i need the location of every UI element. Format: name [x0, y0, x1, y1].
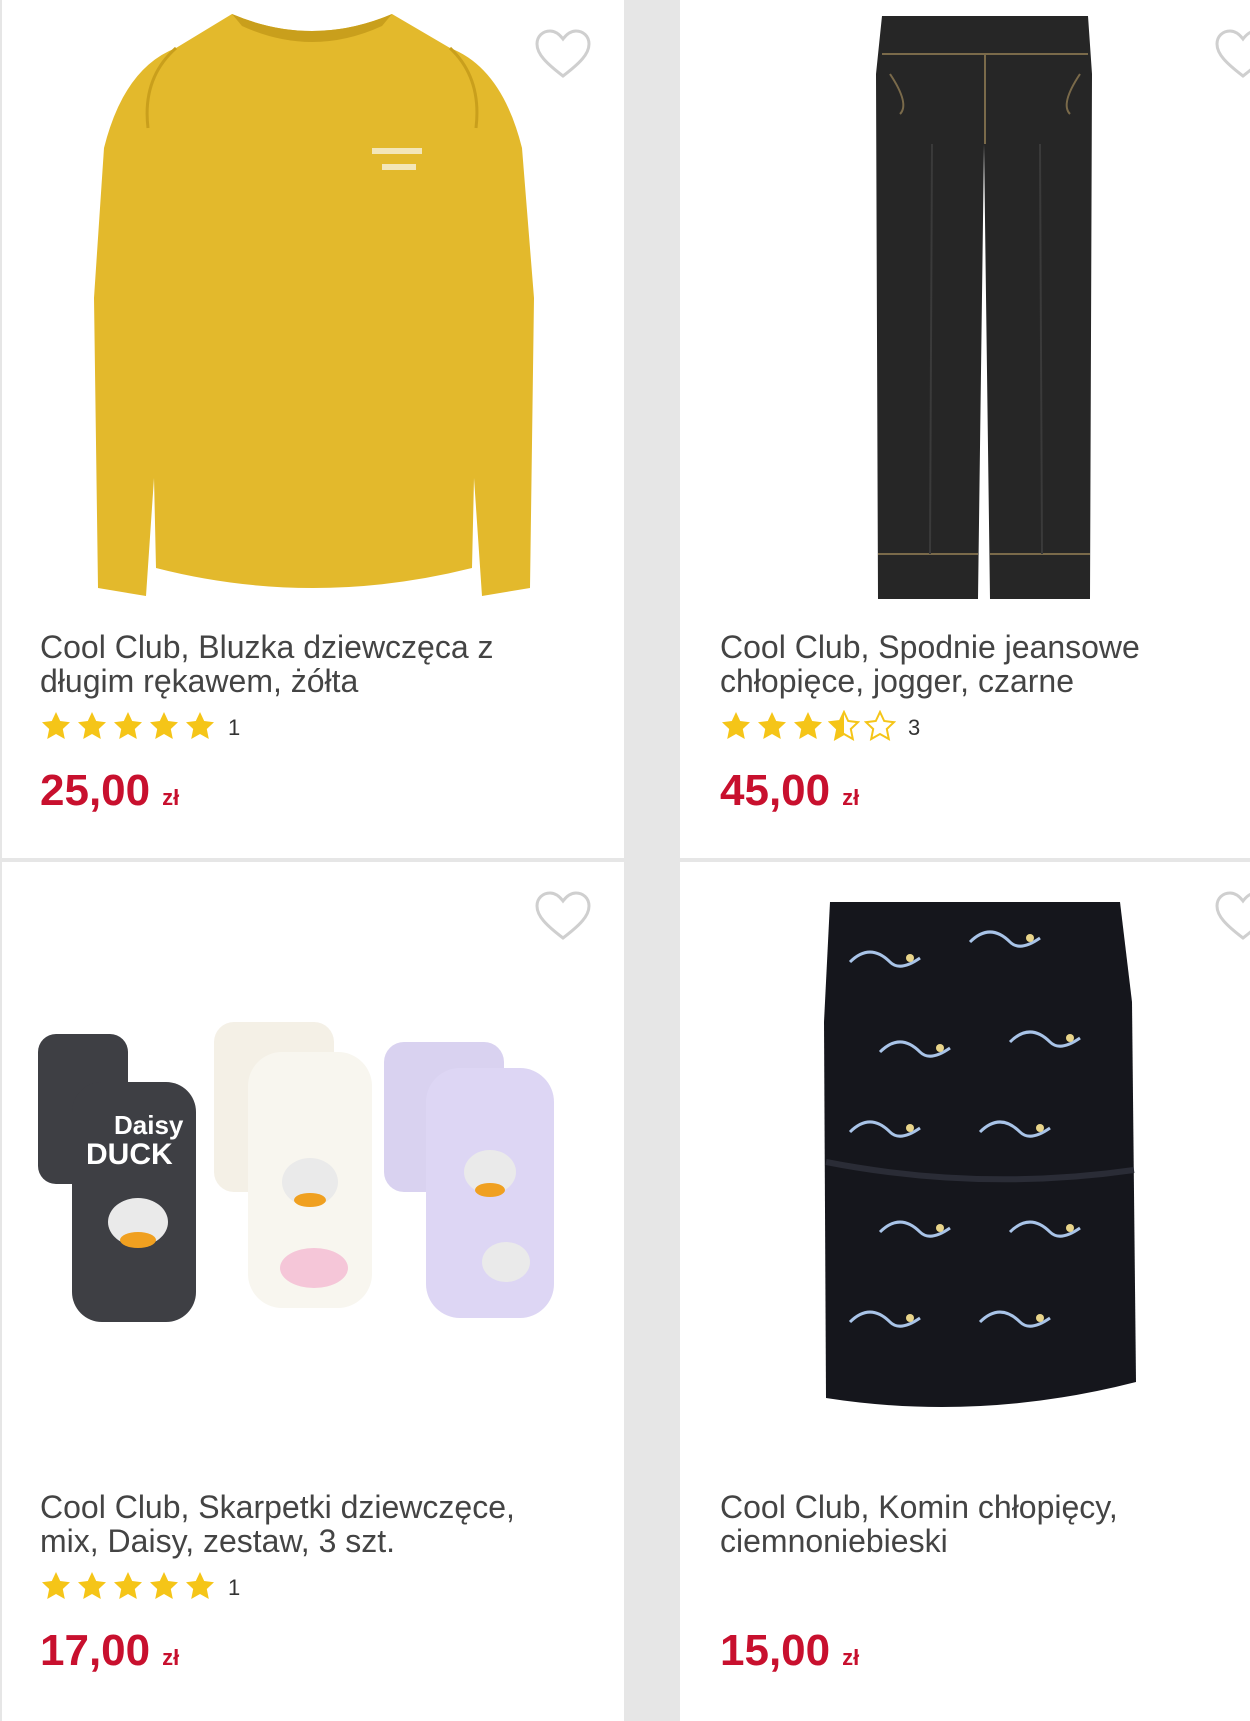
price-amount: 45,00: [720, 766, 831, 815]
image-text: DUCK: [86, 1138, 173, 1171]
product-title[interactable]: Cool Club, Spodnie jeansowe chłopięce, j…: [720, 630, 1250, 698]
star-filled-icon: [186, 711, 214, 739]
product-price: 15,00 zł: [720, 1626, 859, 1676]
star-empty-icon: [864, 709, 896, 741]
star-filled-icon: [150, 711, 178, 739]
star-filled-icon: [42, 1571, 70, 1599]
product-card[interactable]: Daisy DUCK Cool Club, Skarpetki dziewczę…: [2, 862, 624, 1721]
price-currency: zł: [842, 1645, 860, 1670]
product-price: 17,00 zł: [40, 1626, 179, 1676]
product-price: 25,00 zł: [40, 766, 179, 816]
product-rating: 1: [40, 1571, 241, 1604]
product-card[interactable]: Cool Club, Bluzka dziewczęca z długim rę…: [2, 0, 624, 858]
product-title[interactable]: Cool Club, Komin chłopięcy, ciemnoniebie…: [720, 1490, 1250, 1558]
star-filled-icon: [114, 711, 142, 739]
rating-count: 3: [908, 715, 921, 740]
star-filled-icon: [722, 711, 750, 739]
star-filled-icon: [758, 711, 786, 739]
star-half-icon: [828, 709, 860, 741]
product-rating: 3: [720, 709, 921, 744]
product-card[interactable]: Cool Club, Komin chłopięcy, ciemnoniebie…: [680, 862, 1250, 1721]
heart-icon[interactable]: [1214, 28, 1250, 80]
price-amount: 25,00: [40, 766, 151, 815]
star-filled-icon: [42, 711, 70, 739]
star-filled-icon: [150, 1571, 178, 1599]
price-currency: zł: [162, 785, 180, 810]
image-text: Daisy: [114, 1110, 184, 1140]
rating-count: 1: [228, 1575, 241, 1600]
product-image[interactable]: [870, 14, 1100, 604]
product-image[interactable]: [82, 8, 542, 613]
heart-icon[interactable]: [534, 28, 592, 80]
star-filled-icon: [114, 1571, 142, 1599]
star-filled-icon: [186, 1571, 214, 1599]
product-title[interactable]: Cool Club, Bluzka dziewczęca z długim rę…: [40, 630, 580, 698]
price-currency: zł: [162, 1645, 180, 1670]
price-amount: 15,00: [720, 1626, 831, 1675]
heart-icon[interactable]: [1214, 890, 1250, 942]
price-currency: zł: [842, 785, 860, 810]
product-grid: Cool Club, Bluzka dziewczęca z długim rę…: [0, 0, 1250, 1721]
product-rating: 1: [40, 711, 241, 744]
star-filled-icon: [78, 1571, 106, 1599]
price-amount: 17,00: [40, 1626, 151, 1675]
rating-count: 1: [228, 715, 241, 740]
heart-icon[interactable]: [534, 890, 592, 942]
product-image[interactable]: Daisy DUCK: [38, 1022, 598, 1332]
product-title[interactable]: Cool Club, Skarpetki dziewczęce, mix, Da…: [40, 1490, 580, 1558]
product-image[interactable]: [820, 902, 1140, 1442]
star-filled-icon: [78, 711, 106, 739]
product-price: 45,00 zł: [720, 766, 859, 816]
product-card[interactable]: Cool Club, Spodnie jeansowe chłopięce, j…: [680, 0, 1250, 858]
star-filled-icon: [794, 711, 822, 739]
